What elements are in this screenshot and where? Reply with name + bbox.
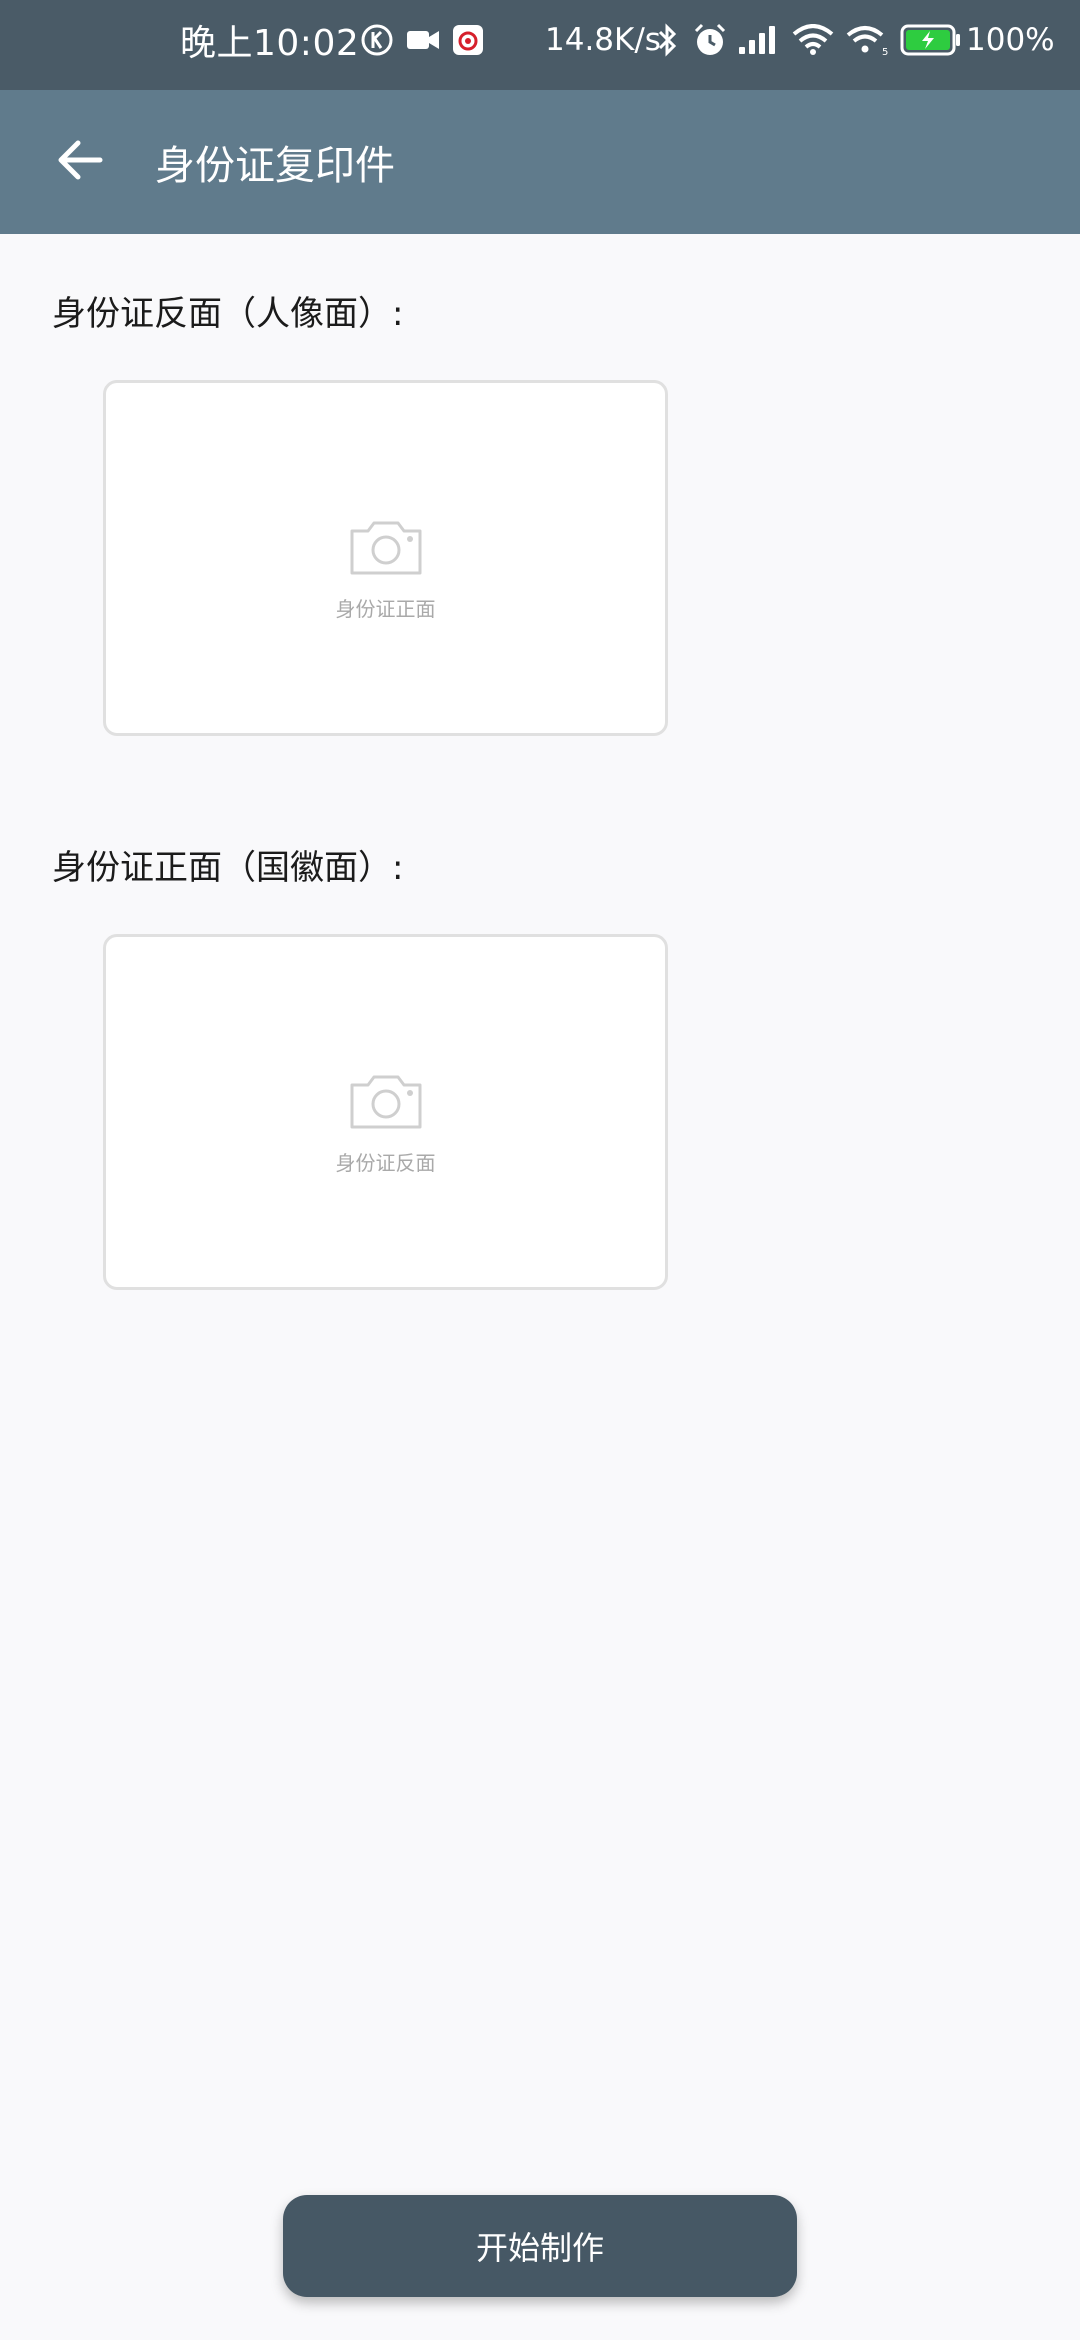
upload-card-emblem-side[interactable]: 身份证反面 — [103, 934, 668, 1290]
upload-card-content: 身份证反面 — [106, 1073, 665, 1176]
arrow-left-icon — [56, 138, 104, 186]
wifi-icon — [792, 24, 834, 56]
camera-icon — [348, 519, 424, 579]
upload-card-caption: 身份证正面 — [335, 597, 436, 621]
bluetooth-icon — [655, 23, 679, 57]
section-label-portrait-side: 身份证反面（人像面）: — [52, 294, 404, 334]
network-speed: 14.8K/s — [545, 22, 661, 58]
camera-icon — [348, 1073, 424, 1133]
status-bar: 晚上10:02 14.8K/s 5 100% — [0, 0, 1080, 90]
k-circle-icon — [360, 23, 394, 57]
section-label-emblem-side: 身份证正面（国徽面）: — [52, 848, 404, 888]
back-button[interactable] — [30, 112, 130, 212]
upload-card-content: 身份证正面 — [106, 519, 665, 622]
wifi-5g-icon: 5 — [846, 23, 890, 57]
upload-card-caption: 身份证反面 — [335, 1151, 436, 1175]
signal-bars-icon — [738, 25, 778, 55]
svg-text:5: 5 — [882, 47, 888, 57]
battery-charging-icon — [900, 24, 962, 56]
music-app-icon — [452, 24, 484, 56]
video-camera-icon — [406, 27, 440, 53]
screen: 晚上10:02 14.8K/s 5 100% 身份证复印件 身份证反面（人像面）… — [0, 0, 1080, 2340]
alarm-icon — [692, 22, 728, 58]
status-time: 晚上10:02 — [180, 23, 360, 64]
battery-percent: 100% — [966, 22, 1055, 58]
app-bar: 身份证复印件 — [0, 90, 1080, 234]
page-title: 身份证复印件 — [155, 143, 395, 189]
start-making-button[interactable]: 开始制作 — [283, 2195, 797, 2297]
upload-card-portrait-side[interactable]: 身份证正面 — [103, 380, 668, 736]
